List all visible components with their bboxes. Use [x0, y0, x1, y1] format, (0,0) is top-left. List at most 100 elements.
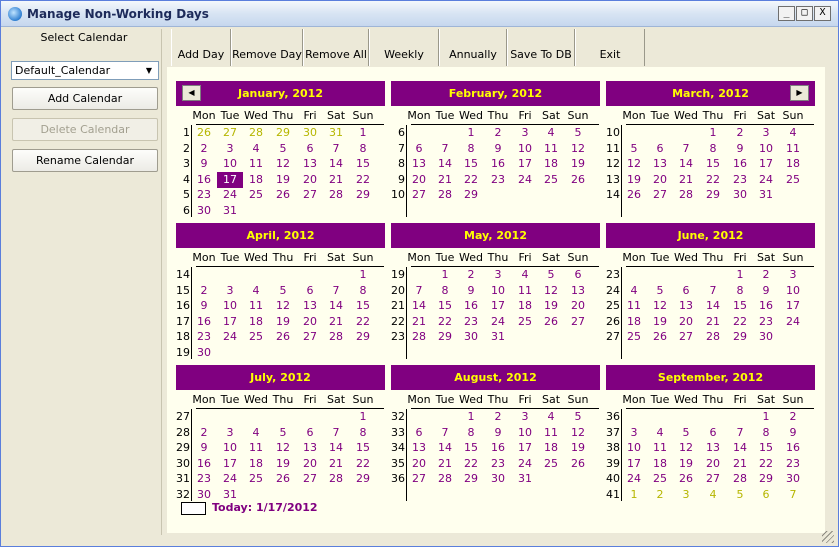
calendar-day[interactable]: 20	[406, 456, 432, 472]
calendar-day[interactable]: 21	[700, 314, 726, 330]
calendar-day[interactable]: 23	[191, 187, 217, 203]
calendar-day[interactable]: 9	[191, 156, 217, 172]
calendar-day[interactable]: 4	[243, 141, 269, 157]
calendar-day[interactable]: 11	[538, 425, 564, 441]
next-month-icon[interactable]: ▶	[790, 85, 809, 101]
calendar-day[interactable]: 18	[780, 156, 806, 172]
calendar-day[interactable]: 15	[350, 156, 376, 172]
calendar-day[interactable]: 13	[297, 440, 323, 456]
calendar-day[interactable]: 13	[297, 156, 323, 172]
calendar-day[interactable]: 11	[780, 141, 806, 157]
calendar-day[interactable]: 21	[432, 172, 458, 188]
calendar-day[interactable]: 17	[485, 298, 511, 314]
calendar-day[interactable]: 10	[753, 141, 779, 157]
calendar-day[interactable]: 22	[458, 172, 484, 188]
calendar-day[interactable]: 26	[647, 329, 673, 345]
calendar-day[interactable]: 20	[406, 172, 432, 188]
calendar-day[interactable]: 23	[191, 329, 217, 345]
calendar-day[interactable]: 1	[458, 125, 484, 141]
calendar-day[interactable]: 4	[512, 267, 538, 283]
calendar-day[interactable]: 12	[673, 440, 699, 456]
calendar-day[interactable]: 19	[270, 314, 296, 330]
calendar-day[interactable]: 24	[217, 329, 243, 345]
calendar-day[interactable]: 25	[512, 314, 538, 330]
calendar-day[interactable]: 10	[485, 283, 511, 299]
calendar-day[interactable]: 5	[673, 425, 699, 441]
calendar-day[interactable]: 14	[432, 156, 458, 172]
calendar-day[interactable]: 22	[432, 314, 458, 330]
calendar-day[interactable]: 6	[647, 141, 673, 157]
calendar-day[interactable]: 31	[753, 187, 779, 203]
exit-button[interactable]: Exit	[575, 29, 645, 66]
calendar-day[interactable]: 27	[406, 187, 432, 203]
calendar-day[interactable]: 7	[673, 141, 699, 157]
calendar-day[interactable]: 8	[753, 425, 779, 441]
calendar-day[interactable]: 30	[191, 203, 217, 219]
calendar-day[interactable]: 16	[485, 156, 511, 172]
calendar-day[interactable]: 18	[538, 156, 564, 172]
other-month-day[interactable]: 30	[297, 125, 323, 141]
calendar-day[interactable]: 20	[297, 456, 323, 472]
calendar-day[interactable]: 4	[538, 409, 564, 425]
calendar-day[interactable]: 21	[323, 172, 349, 188]
calendar-day[interactable]: 24	[485, 314, 511, 330]
calendar-day[interactable]: 10	[217, 298, 243, 314]
calendar-day[interactable]: 22	[700, 172, 726, 188]
calendar-day[interactable]: 4	[780, 125, 806, 141]
calendar-day[interactable]: 26	[621, 187, 647, 203]
calendar-day[interactable]: 1	[458, 409, 484, 425]
calendar-day[interactable]: 30	[485, 471, 511, 487]
calendar-day[interactable]: 4	[621, 283, 647, 299]
calendar-day[interactable]: 29	[458, 471, 484, 487]
calendar-day[interactable]: 15	[458, 440, 484, 456]
calendar-day[interactable]: 27	[700, 471, 726, 487]
calendar-day[interactable]: 13	[406, 156, 432, 172]
calendar-day[interactable]: 21	[432, 456, 458, 472]
calendar-day[interactable]: 18	[538, 440, 564, 456]
calendar-day[interactable]: 2	[191, 425, 217, 441]
other-month-day[interactable]: 28	[243, 125, 269, 141]
calendar-day[interactable]: 15	[432, 298, 458, 314]
calendar-day[interactable]: 18	[512, 298, 538, 314]
calendar-day[interactable]: 1	[432, 267, 458, 283]
calendar-day[interactable]: 9	[458, 283, 484, 299]
calendar-day[interactable]: 9	[191, 440, 217, 456]
calendar-day[interactable]: 2	[727, 125, 753, 141]
calendar-day[interactable]: 19	[647, 314, 673, 330]
calendar-day[interactable]: 6	[565, 267, 591, 283]
other-month-day[interactable]: 5	[727, 487, 753, 503]
calendar-day[interactable]: 18	[243, 456, 269, 472]
calendar-day[interactable]: 25	[243, 471, 269, 487]
save-to-db-button[interactable]: Save To DB	[507, 29, 575, 66]
calendar-day[interactable]: 4	[243, 283, 269, 299]
calendar-day[interactable]: 9	[753, 283, 779, 299]
calendar-day[interactable]: 14	[673, 156, 699, 172]
other-month-day[interactable]: 29	[270, 125, 296, 141]
calendar-day[interactable]: 5	[621, 141, 647, 157]
calendar-day[interactable]: 24	[217, 471, 243, 487]
calendar-day[interactable]: 2	[191, 141, 217, 157]
calendar-day[interactable]: 23	[485, 456, 511, 472]
calendar-day[interactable]: 14	[432, 440, 458, 456]
calendar-day[interactable]: 23	[780, 456, 806, 472]
calendar-day[interactable]: 6	[297, 283, 323, 299]
weekly-button[interactable]: Weekly	[369, 29, 439, 66]
calendar-day[interactable]: 4	[647, 425, 673, 441]
calendar-day[interactable]: 29	[727, 329, 753, 345]
calendar-day[interactable]: 17	[753, 156, 779, 172]
calendar-day[interactable]: 25	[621, 329, 647, 345]
calendar-day[interactable]: 14	[727, 440, 753, 456]
calendar-day[interactable]: 27	[297, 329, 323, 345]
calendar-day[interactable]: 15	[350, 440, 376, 456]
calendar-day[interactable]: 6	[297, 425, 323, 441]
calendar-day[interactable]: 12	[647, 298, 673, 314]
calendar-day[interactable]: 25	[538, 456, 564, 472]
calendar-day[interactable]: 13	[565, 283, 591, 299]
calendar-day[interactable]: 20	[297, 314, 323, 330]
calendar-day[interactable]: 15	[458, 156, 484, 172]
calendar-day[interactable]: 12	[270, 156, 296, 172]
calendar-day[interactable]: 3	[780, 267, 806, 283]
calendar-day[interactable]: 13	[297, 298, 323, 314]
calendar-day[interactable]: 19	[270, 456, 296, 472]
calendar-day[interactable]: 28	[673, 187, 699, 203]
